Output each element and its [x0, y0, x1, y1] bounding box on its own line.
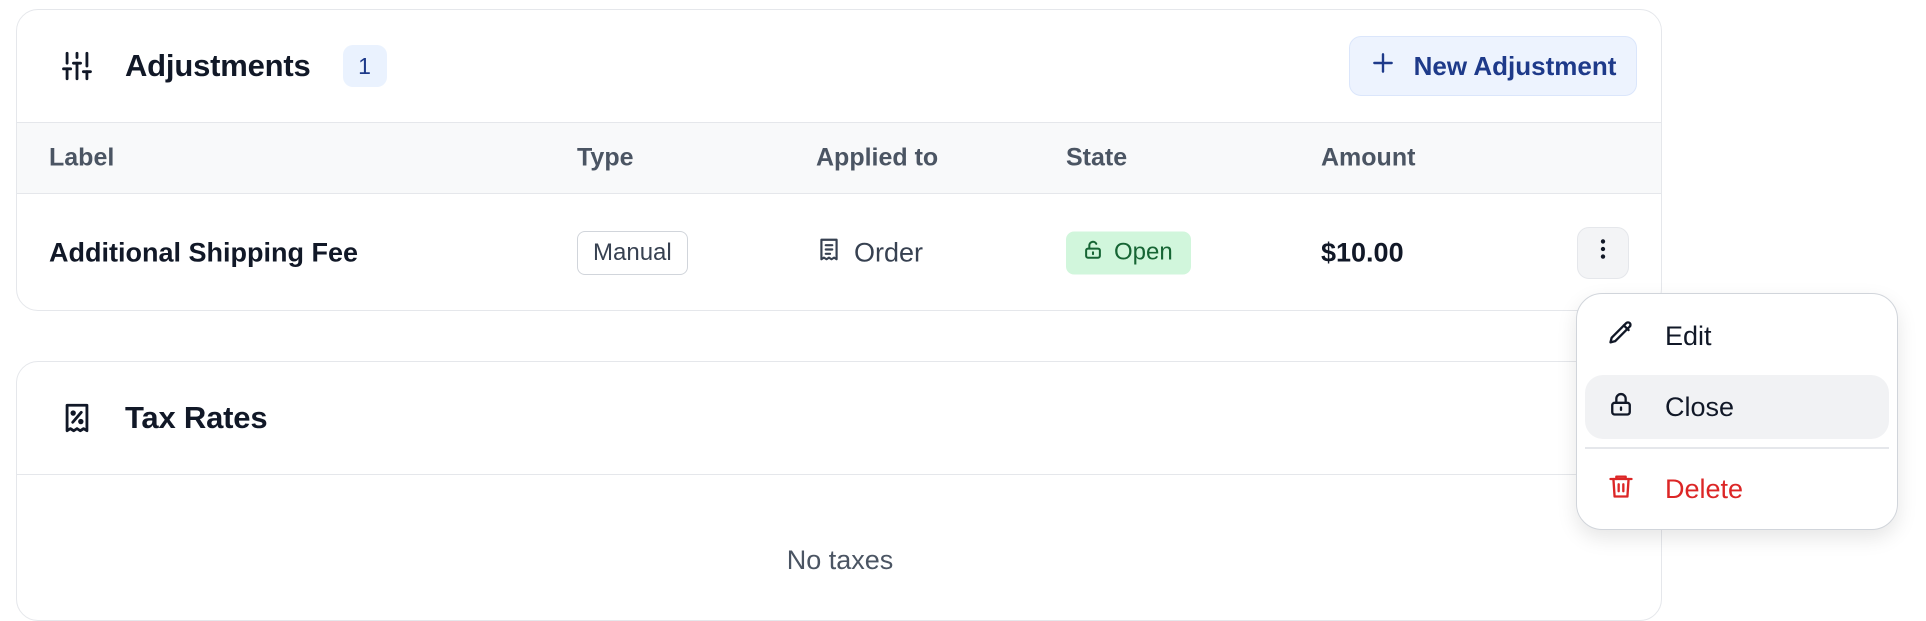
adjustments-header: Adjustments 1 New Adjustment [17, 10, 1661, 123]
menu-item-label: Close [1665, 391, 1735, 422]
column-header-amount: Amount [1321, 143, 1416, 172]
adjustments-title: Adjustments [125, 48, 311, 83]
adjustments-count-badge: 1 [342, 45, 387, 87]
column-header-applied-to: Applied to [816, 143, 939, 172]
column-header-label: Label [49, 143, 115, 172]
applied-to-value: Order [854, 237, 924, 267]
menu-item-label: Delete [1665, 473, 1744, 504]
state-badge: Open [1066, 231, 1191, 274]
sliders-icon [59, 48, 95, 84]
amount-value: $10.00 [1321, 237, 1404, 267]
menu-item-delete[interactable]: Delete [1585, 457, 1889, 521]
receipt-icon [816, 236, 842, 269]
adjustments-table-header: Label Type Applied to State Amount [17, 123, 1661, 194]
plus-icon [1370, 50, 1396, 83]
lock-icon [1585, 390, 1665, 425]
new-adjustment-button[interactable]: New Adjustment [1349, 36, 1637, 96]
menu-divider [1585, 447, 1889, 449]
more-vertical-icon [1590, 236, 1616, 269]
tax-rates-card: Tax Rates No taxes [16, 361, 1662, 621]
pencil-icon [1585, 319, 1665, 354]
applied-to-cell: Order [816, 236, 923, 269]
state-value: Open [1114, 238, 1173, 266]
new-adjustment-label: New Adjustment [1413, 50, 1617, 81]
column-header-state: State [1066, 143, 1128, 172]
menu-item-close[interactable]: Close [1585, 375, 1889, 439]
adjustments-card: Adjustments 1 New Adjustment Label Type … [16, 9, 1662, 311]
adjustment-label: Additional Shipping Fee [49, 237, 358, 267]
row-actions-button[interactable] [1577, 226, 1629, 279]
type-badge: Manual [577, 230, 688, 275]
table-row: Additional Shipping Fee Manual Order Ope… [17, 194, 1661, 310]
tax-rates-header: Tax Rates [17, 362, 1661, 475]
receipt-percent-icon [59, 400, 95, 436]
menu-item-edit[interactable]: Edit [1585, 304, 1889, 368]
empty-state-text: No taxes [786, 545, 894, 575]
menu-item-label: Edit [1665, 320, 1712, 351]
unlock-icon [1082, 238, 1104, 267]
trash-icon [1585, 472, 1665, 507]
column-header-type: Type [577, 143, 634, 172]
row-action-menu: Edit Close Delete [1576, 293, 1898, 530]
tax-rates-title: Tax Rates [125, 400, 268, 435]
